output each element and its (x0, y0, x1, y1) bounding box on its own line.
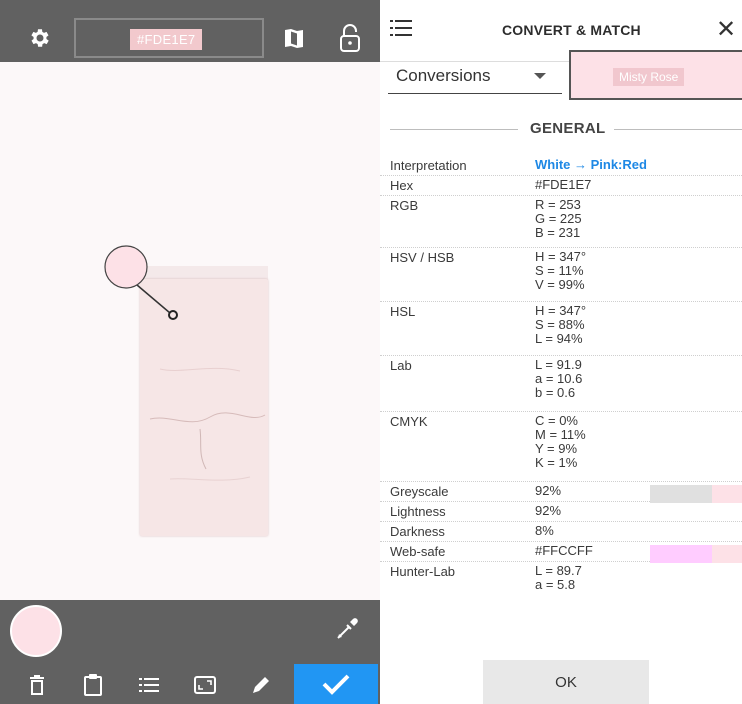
row-value[interactable]: White → Pink:Red (535, 158, 647, 172)
crop-icon[interactable] (188, 668, 222, 702)
convert-match-panel: CONVERT & MATCH ✕ Conversions Misty Rose… (380, 0, 742, 704)
row-value: 8% (535, 523, 554, 538)
panel-footer: OK (380, 660, 742, 704)
row-label: Lightness (390, 504, 446, 519)
photo-pane: #FDE1E7 (0, 0, 380, 704)
table-row: Lab L = 91.9 a = 10.6 b = 0.6 (380, 356, 742, 412)
row-label: Hunter-Lab (390, 564, 456, 579)
section-header: GENERAL (380, 117, 742, 141)
conversions-dropdown-label: Conversions (396, 66, 491, 85)
table-row: Interpretation White → Pink:Red (380, 156, 742, 176)
row-value: H = 347° S = 88% L = 94% (535, 303, 587, 346)
top-toolbar: #FDE1E7 (0, 0, 380, 62)
section-title: GENERAL (530, 120, 606, 137)
hex-chip-label: #FDE1E7 (130, 29, 203, 50)
row-value: L = 89.7 a = 5.8 (535, 563, 582, 592)
pencil-icon[interactable] (244, 668, 278, 702)
original-swatch (712, 485, 742, 503)
table-row: CMYK C = 0% M = 11% Y = 9% K = 1% (380, 412, 742, 482)
conversions-dropdown[interactable]: Conversions (388, 58, 562, 94)
close-icon[interactable]: ✕ (716, 16, 736, 44)
row-label: Interpretation (390, 158, 467, 173)
table-row: Hunter-Lab L = 89.7 a = 5.8 (380, 562, 742, 598)
row-value: #FFCCFF (535, 543, 593, 558)
confirm-button[interactable] (294, 664, 378, 704)
map-icon[interactable] (274, 18, 314, 58)
chevron-down-icon (534, 73, 546, 79)
row-value: C = 0% M = 11% Y = 9% K = 1% (535, 413, 586, 470)
color-match-box[interactable]: Misty Rose (569, 50, 742, 100)
table-row: HSV / HSB H = 347° S = 11% V = 99% (380, 248, 742, 302)
eyedropper-icon[interactable] (334, 616, 364, 646)
hex-color-chip[interactable]: #FDE1E7 (74, 18, 264, 58)
greyscale-swatch (650, 485, 712, 503)
table-row: Darkness 8% (380, 522, 742, 542)
websafe-swatch (650, 545, 712, 563)
row-label: Darkness (390, 524, 445, 539)
trash-icon[interactable] (20, 668, 54, 702)
divider (390, 129, 518, 130)
list-icon[interactable] (132, 668, 166, 702)
row-label: Hex (390, 178, 414, 193)
gear-icon[interactable] (20, 18, 60, 58)
color-loupe[interactable] (0, 62, 380, 600)
clipboard-icon[interactable] (76, 668, 110, 702)
panel-title: CONVERT & MATCH (502, 22, 641, 38)
row-value: H = 347° S = 11% V = 99% (535, 249, 587, 292)
row-value: 92% (535, 503, 562, 518)
row-label: Lab (390, 358, 412, 373)
table-row: RGB R = 253 G = 225 B = 231 (380, 196, 742, 248)
original-swatch (712, 545, 742, 563)
row-label: Greyscale (390, 484, 449, 499)
row-label: Web-safe (390, 544, 446, 559)
menu-icon[interactable] (390, 18, 414, 42)
table-row: HSL H = 347° S = 88% L = 94% (380, 302, 742, 356)
row-value: 92% (535, 483, 562, 498)
table-row: Lightness 92% (380, 502, 742, 522)
selected-color-swatch[interactable] (10, 605, 62, 657)
row-label: RGB (390, 198, 419, 213)
row-label: HSL (390, 304, 416, 319)
color-match-name: Misty Rose (613, 68, 685, 86)
table-row: Greyscale 92% (380, 482, 742, 503)
row-value: #FDE1E7 (535, 177, 592, 192)
ok-button[interactable]: OK (483, 660, 649, 704)
checkmark-icon (322, 674, 350, 695)
table-row: Web-safe #FFCCFF (380, 542, 742, 563)
row-label: HSV / HSB (390, 250, 455, 265)
row-value: R = 253 G = 225 B = 231 (535, 197, 582, 240)
row-label: CMYK (390, 414, 428, 429)
row-value: L = 91.9 a = 10.6 b = 0.6 (535, 357, 583, 400)
lock-icon[interactable] (330, 16, 370, 60)
table-row: Hex #FDE1E7 (380, 176, 742, 196)
sample-photo[interactable] (0, 62, 380, 600)
divider (614, 129, 742, 130)
